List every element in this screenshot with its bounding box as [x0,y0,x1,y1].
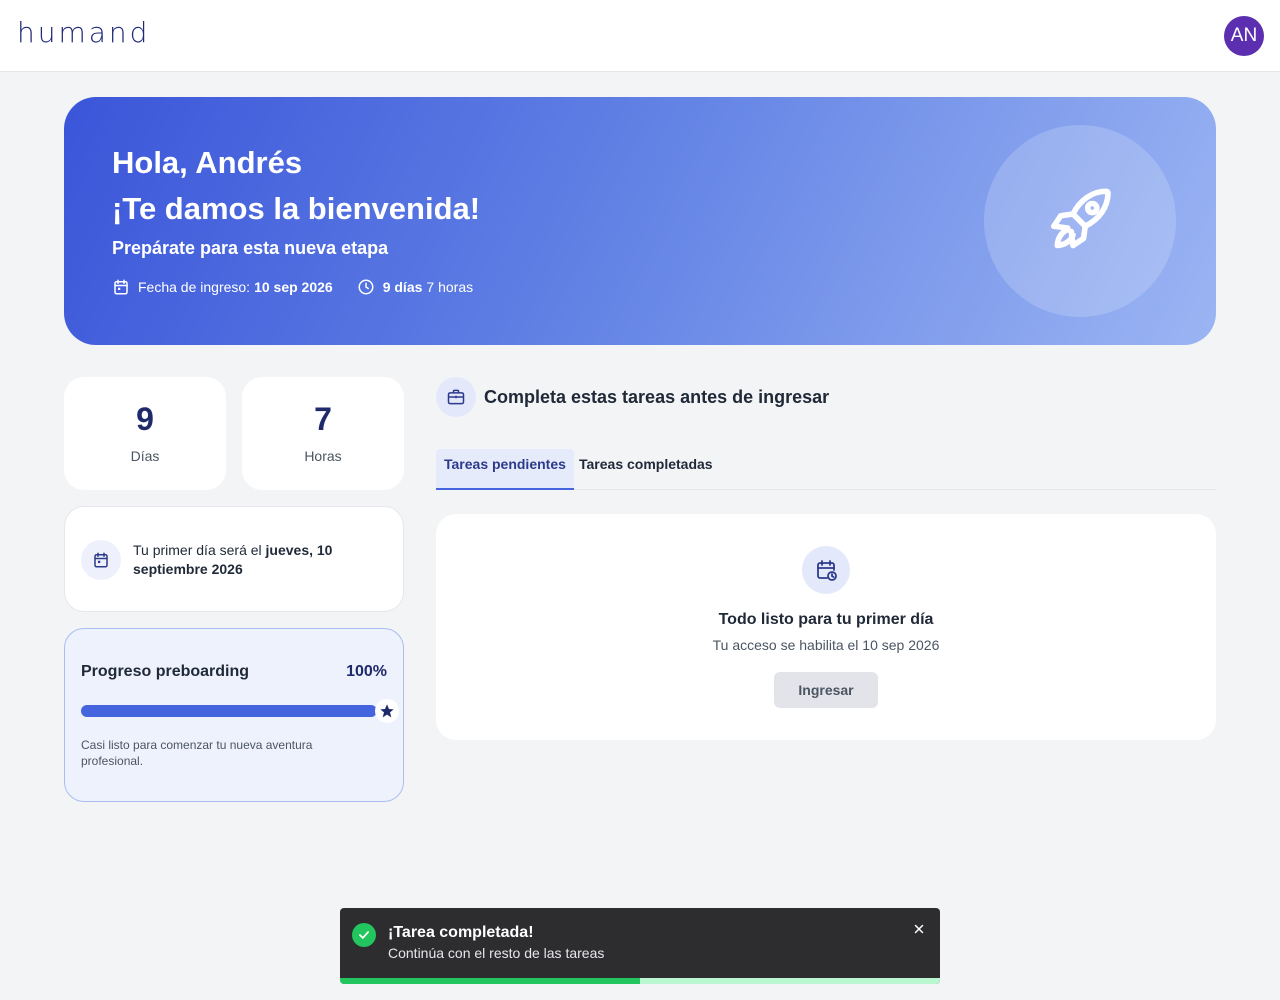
days-counter: 9 Días [64,377,226,490]
countdown-days: 9 días [382,279,423,295]
progress-star-marker [375,699,399,723]
toast-title: ¡Tarea completada! [388,924,534,941]
welcome-heading: ¡Te damos la bienvenida! [112,191,481,226]
enter-button[interactable]: Ingresar [774,672,878,708]
star-icon [380,704,394,718]
hours-counter: 7 Horas [242,377,404,490]
toast-message: Continúa con el resto de las tareas [388,945,605,961]
welcome-banner: Hola, Andrés ¡Te damos la bienvenida! Pr… [64,97,1216,345]
tasks-title: Completa estas tareas antes de ingresar [484,386,830,407]
empty-state-icon-badge [802,546,850,594]
first-day-prefix: Tu primer día será el [133,542,262,558]
briefcase-icon [447,389,465,405]
greeting-heading: Hola, Andrés [112,145,303,180]
tasks-icon-badge [436,377,476,417]
empty-state-title: Todo listo para tu primer día [718,611,934,628]
progress-percent: 100% [346,663,387,680]
tasks-empty-state: Todo listo para tu primer día Tu acceso … [436,514,1216,740]
hours-value: 7 [314,401,332,437]
banner-subtitle: Prepárate para esta nueva etapa [112,238,389,258]
tab-pending-tasks[interactable]: Tareas pendientes [436,449,574,490]
hours-label: Horas [304,448,342,464]
countdown-info: 9 días 7 horas [357,278,473,296]
top-bar: humand AN [0,0,1280,72]
progress-title: Progreso preboarding [81,663,250,680]
user-avatar[interactable]: AN [1224,16,1264,56]
start-date-info: Fecha de ingreso: 10 sep 2026 [112,278,333,296]
progress-fill [81,705,377,717]
banner-meta: Fecha de ingreso: 10 sep 2026 9 días 7 h… [112,278,497,296]
calendar-icon [114,279,128,295]
progress-note: Casi listo para comenzar tu nueva aventu… [81,738,313,768]
tab-completed-tasks[interactable]: Tareas completadas [571,449,721,490]
humand-logo[interactable]: humand [17,16,150,49]
calendar-icon [94,552,108,568]
empty-state-subtitle: Tu acceso se habilita el 10 sep 2026 [712,637,940,653]
close-icon[interactable] [910,920,928,938]
toast-timer-track [340,978,940,984]
start-date-value: 10 sep 2026 [254,279,333,295]
days-label: Días [130,448,160,464]
first-day-card: Tu primer día será el jueves, 10 septiem… [64,506,404,612]
start-date-label: Fecha de ingreso: [138,279,251,295]
countdown-hours: 7 horas [426,279,474,295]
tasks-header: Completa estas tareas antes de ingresar [436,377,829,417]
clock-icon [358,279,374,295]
check-circle-icon [352,923,376,947]
first-day-text: Tu primer día será el jueves, 10 septiem… [133,541,383,579]
preboarding-progress-card: Progreso preboarding 100% Casi listo par… [64,628,404,802]
progress-track [81,705,377,717]
days-value: 9 [136,401,154,437]
rocket-badge [984,125,1176,317]
success-toast: ¡Tarea completada! Continúa con el resto… [340,908,940,984]
toast-timer-fill [340,978,640,984]
calendar-clock-icon [817,560,837,581]
rocket-icon [1050,188,1111,249]
first-day-icon-badge [81,540,121,580]
tasks-tabs: Tareas pendientes Tareas completadas [436,449,1216,490]
